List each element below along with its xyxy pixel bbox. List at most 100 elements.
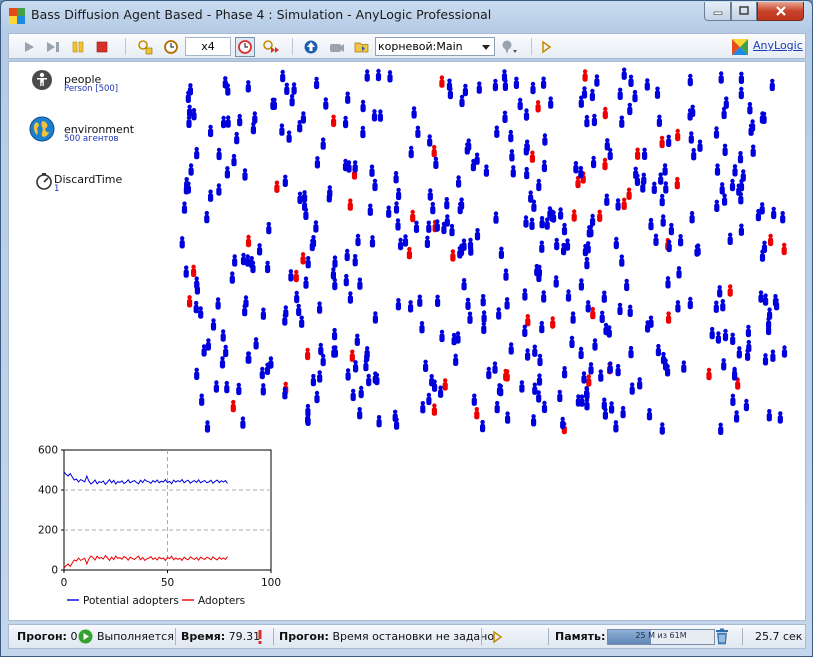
potential-adopter-agent xyxy=(326,190,332,203)
potential-adopter-agent xyxy=(620,405,626,419)
potential-adopter-agent xyxy=(426,392,432,406)
potential-adopter-agent xyxy=(633,166,639,179)
title-bar: Bass Diffusion Agent Based - Phase 4 : S… xyxy=(1,1,812,31)
potential-adopter-agent xyxy=(372,311,378,324)
potential-adopter-agent xyxy=(280,69,286,83)
adopter-agent xyxy=(675,128,681,142)
potential-adopter-agent xyxy=(352,254,358,267)
potential-adopter-agent xyxy=(369,164,375,177)
potential-adopter-agent xyxy=(310,373,316,387)
potential-adopter-agent xyxy=(456,175,462,188)
navigate-up-button[interactable] xyxy=(301,37,321,57)
run-until-button[interactable] xyxy=(135,37,155,57)
potential-adopter-agent xyxy=(599,310,605,323)
run-label: Прогон: xyxy=(17,630,67,643)
potential-adopter-agent xyxy=(245,80,251,93)
potential-adopter-agent xyxy=(352,160,358,173)
step-button[interactable] xyxy=(43,37,63,57)
potential-adopter-agent xyxy=(721,106,727,120)
play-outline-icon[interactable] xyxy=(491,630,503,644)
adopter-agent xyxy=(590,306,596,320)
step-icon xyxy=(47,42,59,52)
close-button[interactable] xyxy=(757,2,804,21)
agent-selector[interactable]: корневой:Main xyxy=(375,37,495,56)
potential-adopter-agent xyxy=(688,131,694,144)
potential-adopter-agent xyxy=(424,235,430,248)
chevron-down-icon xyxy=(482,45,490,50)
trash-icon[interactable] xyxy=(715,628,729,645)
potential-adopter-agent xyxy=(355,233,361,247)
potential-adopter-agent xyxy=(208,189,214,202)
potential-adopter-agent xyxy=(570,311,576,324)
potential-adopter-agent xyxy=(656,114,662,127)
potential-adopter-agent xyxy=(223,344,229,358)
potential-adopter-agent xyxy=(342,158,349,172)
speed-slower-button[interactable] xyxy=(161,37,181,57)
adopter-agent xyxy=(300,252,306,265)
adopter-agent xyxy=(187,295,193,308)
potential-adopter-agent xyxy=(375,68,382,82)
potential-adopter-agent xyxy=(282,174,288,187)
potential-adopter-agent xyxy=(471,393,477,406)
potential-adopter-agent xyxy=(691,148,697,161)
maximize-button[interactable] xyxy=(731,2,757,21)
app-window: Bass Diffusion Agent Based - Phase 4 : S… xyxy=(0,0,813,657)
potential-adopter-agent xyxy=(504,297,510,310)
potential-adopter-agent xyxy=(663,181,669,194)
fast-forward-icon xyxy=(263,40,279,53)
adopter-agent xyxy=(571,209,577,222)
potential-adopter-agent xyxy=(772,294,779,307)
adopter-agent xyxy=(274,180,280,193)
potential-adopter-agent xyxy=(738,192,744,205)
potential-adopter-agent xyxy=(624,278,630,292)
potential-adopter-agent xyxy=(353,360,359,373)
potential-adopter-agent xyxy=(589,88,595,102)
run-button[interactable] xyxy=(19,37,39,57)
potential-adopter-agent xyxy=(615,198,621,211)
potential-adopter-agent xyxy=(457,246,463,259)
pause-button[interactable] xyxy=(68,37,88,57)
experiment-run-button[interactable] xyxy=(536,37,556,57)
potential-adopter-agent xyxy=(651,181,657,194)
potential-adopter-agent xyxy=(627,304,633,317)
potential-adopter-agent xyxy=(619,115,625,128)
status-bar: Прогон: 0 Выполняется Время: 79.31 Прого… xyxy=(8,624,806,649)
anylogic-link[interactable]: AnyLogic xyxy=(731,37,803,57)
locate-agent-button[interactable] xyxy=(499,37,519,57)
potential-adopter-agent xyxy=(309,238,315,252)
virtual-time-button[interactable] xyxy=(261,37,281,57)
potential-adopter-agent xyxy=(604,193,610,206)
potential-adopter-agent xyxy=(564,238,571,251)
minimize-button[interactable] xyxy=(704,2,731,21)
view-area-button[interactable] xyxy=(327,37,347,57)
potential-adopter-agent xyxy=(231,153,237,167)
run-until-icon xyxy=(138,40,153,55)
stop-button[interactable] xyxy=(92,37,112,57)
potential-adopter-agent xyxy=(522,288,528,301)
potential-adopter-agent xyxy=(721,358,727,371)
potential-adopter-agent xyxy=(260,383,266,396)
navigate-agent-button[interactable] xyxy=(352,37,372,57)
potential-adopter-agent xyxy=(332,345,338,358)
clock-slower-icon xyxy=(164,40,178,54)
potential-adopter-agent xyxy=(234,131,240,145)
stop-time-display: Прогон: Время остановки не задано xyxy=(279,630,494,643)
potential-adopter-agent xyxy=(474,228,481,241)
play-outline-icon xyxy=(542,40,552,54)
speed-display: x4 xyxy=(185,37,231,56)
potential-adopter-agent xyxy=(387,70,393,83)
potential-adopter-agent xyxy=(320,137,326,150)
potential-adopter-agent xyxy=(237,113,243,127)
y-tick-label: 0 xyxy=(51,565,58,577)
potential-adopter-agent xyxy=(357,277,363,290)
potential-adopter-agent xyxy=(509,149,515,162)
potential-adopter-agent xyxy=(372,371,378,384)
adopter-agent xyxy=(474,407,480,420)
speed-faster-button[interactable] xyxy=(235,37,255,57)
potential-adopter-agent xyxy=(584,398,590,411)
potential-adopter-agent xyxy=(714,163,721,176)
potential-adopter-agent xyxy=(562,366,568,379)
potential-adopter-agent xyxy=(323,97,329,110)
potential-adopter-agent xyxy=(578,278,584,291)
potential-adopter-agent xyxy=(486,366,492,380)
